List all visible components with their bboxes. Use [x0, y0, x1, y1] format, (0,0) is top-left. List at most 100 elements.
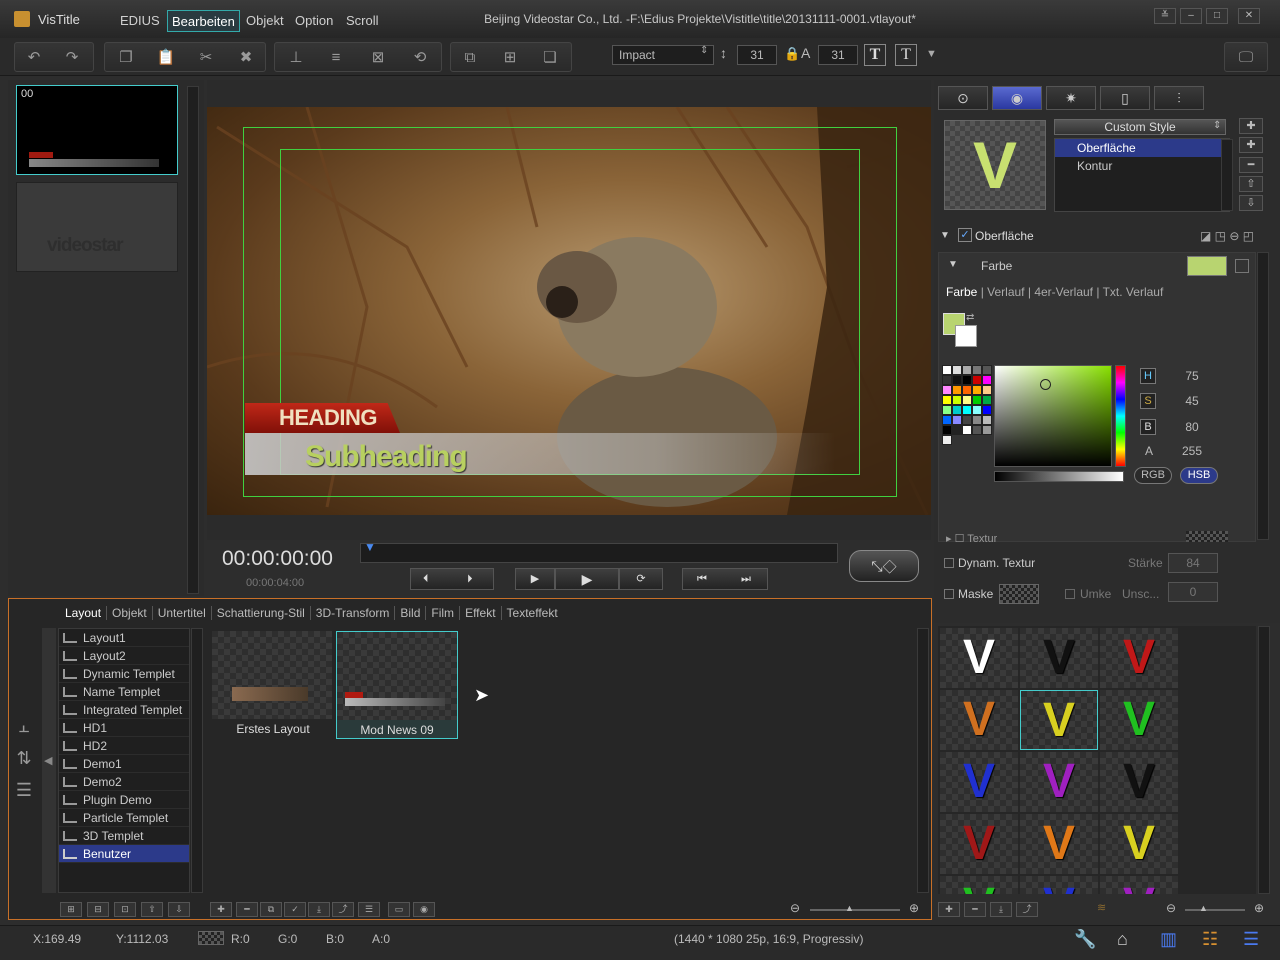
menu-edius[interactable]: EDIUS: [116, 10, 164, 32]
font-size-field[interactable]: 31: [737, 45, 777, 65]
subtab-farbe[interactable]: Farbe: [946, 285, 977, 299]
color-swatch-cell[interactable]: [982, 365, 992, 375]
zoom-in-icon[interactable]: ⊕: [909, 901, 919, 915]
list-item-selected[interactable]: Benutzer: [59, 845, 189, 863]
remove-preset-icon[interactable]: ━: [964, 902, 986, 917]
color-swatch-cell[interactable]: [982, 375, 992, 385]
color-swatch-cell[interactable]: [972, 395, 982, 405]
snapshot-icon[interactable]: ◉: [413, 902, 435, 917]
copy-icon[interactable]: ❐: [113, 48, 139, 68]
tab-search-icon[interactable]: ⊙: [938, 86, 988, 110]
tab-texteffekt[interactable]: Texteffekt: [502, 606, 563, 620]
style-scrollbar[interactable]: [1257, 252, 1269, 540]
alpha-value[interactable]: 255: [1170, 444, 1214, 458]
video-frame[interactable]: HEADING Subheading: [207, 107, 931, 515]
list-item[interactable]: Plugin Demo: [59, 791, 189, 809]
remove-folder-icon[interactable]: ⊟: [87, 902, 109, 917]
color-swatch-cell[interactable]: [962, 365, 972, 375]
style-preset[interactable]: V: [1100, 752, 1178, 812]
color-toggle[interactable]: [1235, 259, 1249, 273]
zoom-out-icon[interactable]: ⊖: [790, 901, 800, 915]
color-swatch-cell[interactable]: [962, 415, 972, 425]
color-swatch-cell[interactable]: [972, 425, 982, 435]
transition-icon[interactable]: ⤡◇: [849, 550, 919, 582]
color-swatch-cell[interactable]: [952, 375, 962, 385]
delete-icon[interactable]: ✖: [233, 48, 259, 68]
char-size-field[interactable]: 31: [818, 45, 858, 65]
mask-swatch[interactable]: [999, 584, 1039, 604]
style-preset[interactable]: V: [1100, 814, 1178, 874]
subheading-text[interactable]: Subheading: [305, 440, 468, 474]
page-thumb-2[interactable]: videostar: [16, 182, 178, 272]
color-swatch-cell[interactable]: [972, 415, 982, 425]
alpha-slider[interactable]: [994, 471, 1124, 482]
swap-icon[interactable]: ⇅: [10, 742, 38, 774]
invert-checkbox[interactable]: [1065, 589, 1075, 599]
color-swatch-cell[interactable]: [962, 425, 972, 435]
hue-slider[interactable]: [1115, 365, 1126, 467]
import-layout-icon[interactable]: ⤓: [308, 902, 330, 917]
sliders-icon[interactable]: ☷: [1202, 929, 1218, 950]
layer-up-icon[interactable]: ⇧: [1239, 176, 1263, 192]
color-swatch-cell[interactable]: [942, 415, 952, 425]
screen-icon[interactable]: ▭: [388, 902, 410, 917]
color-swatch-cell[interactable]: [982, 405, 992, 415]
gallery-scrollbar[interactable]: [917, 628, 929, 893]
tab-style-icon[interactable]: ◉: [992, 86, 1042, 110]
panels-icon[interactable]: ▥: [1160, 929, 1177, 950]
group-icon[interactable]: ⧉: [457, 48, 483, 68]
color-swatch-cell[interactable]: [952, 405, 962, 415]
dyn-texture-checkbox[interactable]: [944, 558, 954, 568]
menu-bearbeiten[interactable]: Bearbeiten: [167, 10, 240, 32]
color-swatch-cell[interactable]: [942, 405, 952, 415]
list-item[interactable]: Demo1: [59, 755, 189, 773]
list-item[interactable]: Layout1: [59, 629, 189, 647]
copy-layer-icon[interactable]: ✚: [1239, 137, 1263, 153]
add-layout-icon[interactable]: ✚: [210, 902, 232, 917]
expand-icon[interactable]: ▼: [940, 230, 950, 241]
style-preset[interactable]: V: [1020, 752, 1098, 812]
list-item[interactable]: 3D Templet: [59, 827, 189, 845]
style-preset[interactable]: V: [940, 752, 1018, 812]
list-item[interactable]: Dynamic Templet: [59, 665, 189, 683]
export-preset-icon[interactable]: ⤴: [1016, 902, 1038, 917]
preset-zoom-in-icon[interactable]: ⊕: [1254, 901, 1264, 915]
color-swatch-cell[interactable]: [952, 365, 962, 375]
collapse-strip[interactable]: ◀: [42, 628, 56, 893]
style-preset[interactable]: V: [940, 876, 1018, 894]
color-swatch-cell[interactable]: [952, 395, 962, 405]
color-swatch-cell[interactable]: [972, 365, 982, 375]
wrench-icon[interactable]: 🔧: [1074, 929, 1096, 950]
remove-layout-icon[interactable]: ━: [236, 902, 258, 917]
style-preset[interactable]: V: [1100, 876, 1178, 894]
preset-zoom-slider[interactable]: [1185, 909, 1245, 911]
playhead-icon[interactable]: ▼: [364, 540, 376, 554]
maximize-icon[interactable]: □: [1206, 8, 1228, 24]
subtab-verlauf[interactable]: Verlauf: [987, 285, 1024, 299]
font-select[interactable]: Impact: [612, 45, 714, 65]
tab-3d-transform[interactable]: 3D-Transform: [310, 606, 396, 620]
gallery-zoom-slider[interactable]: [810, 909, 900, 911]
home-icon[interactable]: ⌂: [1117, 929, 1128, 950]
tab-effekt[interactable]: Effekt: [460, 606, 502, 620]
remove-layer-icon[interactable]: ━: [1239, 157, 1263, 173]
menu-option[interactable]: Option: [291, 10, 337, 32]
tab-layout[interactable]: Layout: [60, 606, 108, 620]
seek-bar[interactable]: [360, 543, 838, 563]
style-preset[interactable]: V: [1020, 876, 1098, 894]
paste-icon[interactable]: 📋: [153, 48, 179, 68]
color-swatch-cell[interactable]: [952, 415, 962, 425]
brightness-value[interactable]: 80: [1170, 420, 1214, 434]
rotate-icon[interactable]: ⟲: [407, 48, 433, 68]
style-preset[interactable]: V: [940, 690, 1018, 750]
gallery-card[interactable]: Erstes Layout: [212, 631, 334, 739]
tab-bild[interactable]: Bild: [395, 606, 427, 620]
rgb-button[interactable]: RGB: [1134, 467, 1172, 484]
subtab-txt-verlauf[interactable]: Txt. Verlauf: [1103, 285, 1164, 299]
color-swatch-cell[interactable]: [942, 435, 952, 445]
text-frame-icon[interactable]: T: [895, 44, 917, 66]
apply-layout-icon[interactable]: ✓: [284, 902, 306, 917]
presets-scrollbar[interactable]: [1258, 626, 1270, 894]
tab-objekt[interactable]: Objekt: [107, 606, 153, 620]
layers-icon[interactable]: ☰: [10, 774, 38, 806]
